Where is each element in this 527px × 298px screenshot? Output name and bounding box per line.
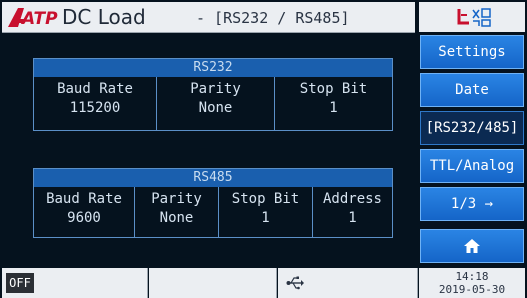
date-button[interactable]: Date xyxy=(420,73,524,107)
home-icon xyxy=(464,239,480,253)
ttl-analog-button[interactable]: TTL/Analog xyxy=(420,149,524,183)
rs485-panel: RS485 Baud Rate 9600 Parity None Stop Bi… xyxy=(33,168,393,238)
rs485-address-value: 1 xyxy=(348,210,357,226)
atp-logo: ATP xyxy=(8,8,58,29)
rs485-baud-rate-value: 9600 xyxy=(67,210,101,226)
rs232-baud-rate-value: 115200 xyxy=(69,100,121,116)
screen: ATP DC Load - [RS232 / RS485] RS232 Baud… xyxy=(0,0,527,298)
date-button-label: Date xyxy=(455,82,489,98)
side-menu: Settings Date [RS232/485] TTL/Analog 1/3… xyxy=(418,35,527,265)
rs232-parity-label: Parity xyxy=(190,81,241,97)
usb-icon xyxy=(286,276,304,290)
rs232-parity[interactable]: Parity None xyxy=(156,77,274,130)
ttl-analog-button-label: TTL/Analog xyxy=(429,158,515,174)
language-icon xyxy=(457,8,491,27)
rs485-address-label: Address xyxy=(322,191,382,207)
rs485-parity-label: Parity xyxy=(151,191,202,207)
rs232-panel: RS232 Baud Rate 115200 Parity None Stop … xyxy=(33,58,393,131)
output-state-badge: OFF xyxy=(6,273,34,293)
clock-cell: 14:18 2019-05-30 xyxy=(419,268,525,298)
usb-cell xyxy=(278,268,418,298)
rs232-stop-bit[interactable]: Stop Bit 1 xyxy=(274,77,392,130)
page-subtitle: - [RS232 / RS485] xyxy=(196,9,350,27)
status-cell-2 xyxy=(149,268,277,298)
rs232-baud-rate[interactable]: Baud Rate 115200 xyxy=(34,77,156,130)
clock: 14:18 2019-05-30 xyxy=(419,270,525,296)
clock-date: 2019-05-30 xyxy=(438,283,506,296)
rs485-parity-value: None xyxy=(159,210,194,226)
rs485-baud-rate-label: Baud Rate xyxy=(46,191,122,207)
rs485-stop-bit[interactable]: Stop Bit 1 xyxy=(218,187,312,237)
home-button[interactable] xyxy=(420,229,524,263)
page-next-button[interactable]: 1/3 → xyxy=(420,187,524,221)
rs232-stop-bit-value: 1 xyxy=(329,100,338,116)
settings-button-label: Settings xyxy=(438,44,506,60)
rs232-485-button[interactable]: [RS232/485] xyxy=(420,111,524,145)
rs485-parity[interactable]: Parity None xyxy=(134,187,218,237)
rs485-stop-bit-value: 1 xyxy=(261,210,270,226)
rs232-title: RS232 xyxy=(34,59,392,77)
rs485-stop-bit-label: Stop Bit xyxy=(231,191,300,207)
rs485-baud-rate[interactable]: Baud Rate 9600 xyxy=(34,187,134,237)
settings-button[interactable]: Settings xyxy=(420,35,524,69)
status-bar: OFF 14:18 2019-05-30 xyxy=(0,268,527,298)
rs485-address[interactable]: Address 1 xyxy=(312,187,392,237)
rs232-485-button-label: [RS232/485] xyxy=(425,120,519,136)
page-next-button-label: 1/3 → xyxy=(450,196,494,212)
app-title: DC Load xyxy=(62,5,146,29)
clock-time: 14:18 xyxy=(455,270,489,283)
logo-text: ATP xyxy=(20,9,58,29)
language-toggle[interactable] xyxy=(419,2,525,32)
title-bar: ATP DC Load - [RS232 / RS485] xyxy=(2,2,415,33)
rs232-baud-rate-label: Baud Rate xyxy=(57,81,133,97)
rs485-title: RS485 xyxy=(34,169,392,187)
rs232-stop-bit-label: Stop Bit xyxy=(299,81,368,97)
rs232-parity-value: None xyxy=(198,100,233,116)
output-state-cell[interactable]: OFF xyxy=(2,268,148,298)
